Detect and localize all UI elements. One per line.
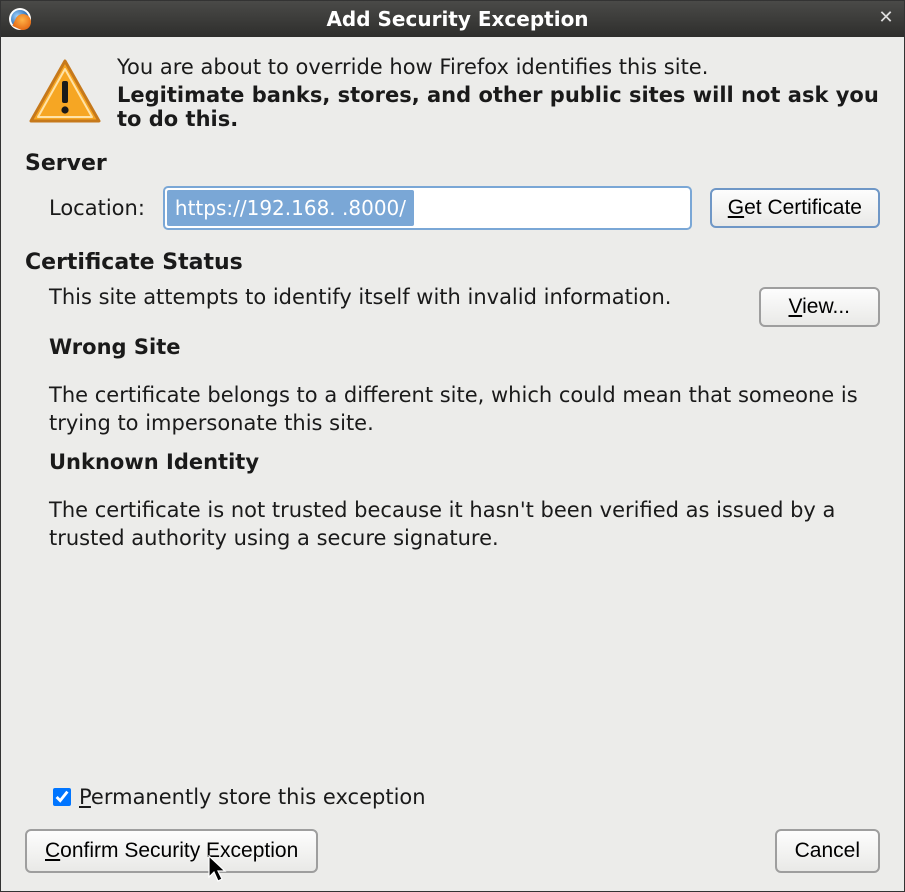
cert-status-desc: This site attempts to identify itself wi… <box>49 285 739 309</box>
header-line1: You are about to override how Firefox id… <box>117 55 880 79</box>
server-section-heading: Server <box>25 151 880 176</box>
confirm-security-exception-button[interactable]: Confirm Security Exception <box>25 829 318 873</box>
header-line2: Legitimate banks, stores, and other publ… <box>117 83 880 131</box>
wrong-site-heading: Wrong Site <box>49 335 880 359</box>
location-input[interactable]: https://192.168. .8000/ <box>163 186 692 230</box>
view-certificate-button[interactable]: View... <box>759 287 881 327</box>
permanent-store-checkbox[interactable] <box>53 788 71 806</box>
location-value: https://192.168. .8000/ <box>167 190 414 226</box>
header-text: You are about to override how Firefox id… <box>117 53 880 137</box>
window-title: Add Security Exception <box>39 7 876 31</box>
unknown-identity-heading: Unknown Identity <box>49 450 880 474</box>
get-certificate-button[interactable]: Get Certificate <box>710 188 880 228</box>
warning-icon <box>29 59 101 130</box>
location-label: Location: <box>49 196 145 220</box>
cert-status-heading: Certificate Status <box>25 250 880 275</box>
close-icon[interactable]: ✕ <box>876 9 896 29</box>
unknown-identity-text: The certificate is not trusted because i… <box>49 496 880 553</box>
titlebar: Add Security Exception ✕ <box>1 1 904 37</box>
firefox-icon <box>9 8 31 30</box>
wrong-site-text: The certificate belongs to a different s… <box>49 381 880 438</box>
permanent-store-label[interactable]: Permanently store this exception <box>79 785 426 809</box>
cancel-button[interactable]: Cancel <box>775 829 880 873</box>
